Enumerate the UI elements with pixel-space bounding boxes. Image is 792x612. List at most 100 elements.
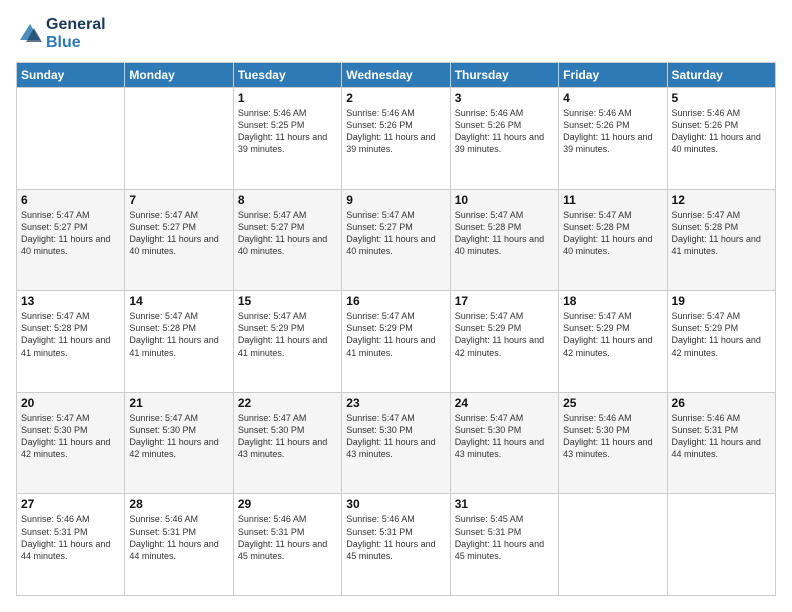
page: General Blue SundayMondayTuesdayWednesda… <box>0 0 792 612</box>
calendar-cell: 24Sunrise: 5:47 AM Sunset: 5:30 PM Dayli… <box>450 392 558 494</box>
col-header-thursday: Thursday <box>450 63 558 88</box>
day-info: Sunrise: 5:47 AM Sunset: 5:28 PM Dayligh… <box>455 209 554 258</box>
calendar-cell: 13 Sunrise: 5:47 AM Sunset: 5:28 PM Dayli… <box>17 291 125 393</box>
day-number: 23 <box>346 396 445 410</box>
day-info: Sunrise: 5:47 AM Sunset: 5:28 PM Dayligh… <box>563 209 662 258</box>
calendar-week-row: 13 Sunrise: 5:47 AM Sunset: 5:28 PM Dayli… <box>17 291 776 393</box>
day-info: Sunrise: 5:47 AM Sunset: 5:28 PM Dayligh… <box>129 310 228 359</box>
day-number: 14 <box>129 294 228 308</box>
day-number: 2 <box>346 91 445 105</box>
day-info: Sunrise: 5:46 AM Sunset: 5:26 PM Dayligh… <box>672 107 771 156</box>
day-number: 29 <box>238 497 337 511</box>
day-info: Sunrise: 5:46 AM Sunset: 5:26 PM Dayligh… <box>563 107 662 156</box>
calendar-cell: 27 Sunrise: 5:46 AM Sunset: 5:31 PM Dayli… <box>17 494 125 596</box>
calendar-cell: 5 Sunrise: 5:46 AM Sunset: 5:26 PM Daylig… <box>667 88 775 190</box>
calendar-cell: 17 Sunrise: 5:47 AM Sunset: 5:29 PM Dayli… <box>450 291 558 393</box>
calendar-cell: 10 Sunrise: 5:47 AM Sunset: 5:28 PM Dayli… <box>450 189 558 291</box>
day-number: 10 <box>455 193 554 207</box>
calendar-week-row: 27 Sunrise: 5:46 AM Sunset: 5:31 PM Dayli… <box>17 494 776 596</box>
col-header-friday: Friday <box>559 63 667 88</box>
logo-icon <box>16 20 44 48</box>
calendar-cell: 26Sunrise: 5:46 AM Sunset: 5:31 PM Dayli… <box>667 392 775 494</box>
col-header-wednesday: Wednesday <box>342 63 450 88</box>
day-number: 17 <box>455 294 554 308</box>
day-number: 12 <box>672 193 771 207</box>
calendar-cell: 9Sunrise: 5:47 AM Sunset: 5:27 PM Daylig… <box>342 189 450 291</box>
col-header-monday: Monday <box>125 63 233 88</box>
day-info: Sunrise: 5:46 AM Sunset: 5:26 PM Dayligh… <box>455 107 554 156</box>
calendar-cell: 31 Sunrise: 5:45 AM Sunset: 5:31 PM Dayli… <box>450 494 558 596</box>
day-number: 13 <box>21 294 120 308</box>
day-number: 27 <box>21 497 120 511</box>
day-number: 15 <box>238 294 337 308</box>
day-number: 7 <box>129 193 228 207</box>
day-info: Sunrise: 5:47 AM Sunset: 5:29 PM Dayligh… <box>672 310 771 359</box>
day-info: Sunrise: 5:47 AM Sunset: 5:27 PM Dayligh… <box>238 209 337 258</box>
day-number: 26 <box>672 396 771 410</box>
calendar-cell: 30 Sunrise: 5:46 AM Sunset: 5:31 PM Dayli… <box>342 494 450 596</box>
calendar-cell: 23 Sunrise: 5:47 AM Sunset: 5:30 PM Dayli… <box>342 392 450 494</box>
calendar-week-row: 1 Sunrise: 5:46 AM Sunset: 5:25 PM Daylig… <box>17 88 776 190</box>
calendar-cell: 2 Sunrise: 5:46 AM Sunset: 5:26 PM Daylig… <box>342 88 450 190</box>
col-header-tuesday: Tuesday <box>233 63 341 88</box>
day-number: 1 <box>238 91 337 105</box>
day-info: Sunrise: 5:46 AM Sunset: 5:31 PM Dayligh… <box>21 513 120 562</box>
day-info: Sunrise: 5:47 AM Sunset: 5:30 PM Dayligh… <box>21 412 120 461</box>
day-info: Sunrise: 5:47 AM Sunset: 5:29 PM Dayligh… <box>346 310 445 359</box>
calendar-cell: 4 Sunrise: 5:46 AM Sunset: 5:26 PM Daylig… <box>559 88 667 190</box>
day-info: Sunrise: 5:47 AM Sunset: 5:29 PM Dayligh… <box>455 310 554 359</box>
calendar-cell <box>125 88 233 190</box>
day-info: Sunrise: 5:47 AM Sunset: 5:27 PM Dayligh… <box>21 209 120 258</box>
day-info: Sunrise: 5:46 AM Sunset: 5:31 PM Dayligh… <box>238 513 337 562</box>
calendar-cell: 22Sunrise: 5:47 AM Sunset: 5:30 PM Dayli… <box>233 392 341 494</box>
day-number: 25 <box>563 396 662 410</box>
calendar-cell: 12 Sunrise: 5:47 AM Sunset: 5:28 PM Dayli… <box>667 189 775 291</box>
calendar-cell: 15 Sunrise: 5:47 AM Sunset: 5:29 PM Dayli… <box>233 291 341 393</box>
calendar-cell <box>17 88 125 190</box>
day-info: Sunrise: 5:46 AM Sunset: 5:26 PM Dayligh… <box>346 107 445 156</box>
day-info: Sunrise: 5:47 AM Sunset: 5:27 PM Dayligh… <box>346 209 445 258</box>
calendar-cell: 1 Sunrise: 5:46 AM Sunset: 5:25 PM Daylig… <box>233 88 341 190</box>
calendar-table: SundayMondayTuesdayWednesdayThursdayFrid… <box>16 62 776 596</box>
day-number: 20 <box>21 396 120 410</box>
day-info: Sunrise: 5:47 AM Sunset: 5:28 PM Dayligh… <box>21 310 120 359</box>
day-info: Sunrise: 5:47 AM Sunset: 5:29 PM Dayligh… <box>563 310 662 359</box>
day-number: 31 <box>455 497 554 511</box>
day-number: 11 <box>563 193 662 207</box>
day-number: 5 <box>672 91 771 105</box>
logo: General Blue <box>16 16 106 52</box>
calendar-cell: 18Sunrise: 5:47 AM Sunset: 5:29 PM Dayli… <box>559 291 667 393</box>
calendar-cell: 20 Sunrise: 5:47 AM Sunset: 5:30 PM Dayli… <box>17 392 125 494</box>
calendar-header-row: SundayMondayTuesdayWednesdayThursdayFrid… <box>17 63 776 88</box>
day-info: Sunrise: 5:46 AM Sunset: 5:30 PM Dayligh… <box>563 412 662 461</box>
calendar-cell: 28Sunrise: 5:46 AM Sunset: 5:31 PM Dayli… <box>125 494 233 596</box>
day-number: 19 <box>672 294 771 308</box>
day-info: Sunrise: 5:47 AM Sunset: 5:27 PM Dayligh… <box>129 209 228 258</box>
calendar-cell: 7 Sunrise: 5:47 AM Sunset: 5:27 PM Daylig… <box>125 189 233 291</box>
calendar-cell: 8 Sunrise: 5:47 AM Sunset: 5:27 PM Daylig… <box>233 189 341 291</box>
day-info: Sunrise: 5:47 AM Sunset: 5:28 PM Dayligh… <box>672 209 771 258</box>
day-info: Sunrise: 5:45 AM Sunset: 5:31 PM Dayligh… <box>455 513 554 562</box>
logo-text: General Blue <box>46 16 106 52</box>
day-number: 21 <box>129 396 228 410</box>
calendar-cell: 25 Sunrise: 5:46 AM Sunset: 5:30 PM Dayli… <box>559 392 667 494</box>
day-info: Sunrise: 5:47 AM Sunset: 5:30 PM Dayligh… <box>346 412 445 461</box>
calendar-cell: 3 Sunrise: 5:46 AM Sunset: 5:26 PM Daylig… <box>450 88 558 190</box>
calendar-cell: 16Sunrise: 5:47 AM Sunset: 5:29 PM Dayli… <box>342 291 450 393</box>
day-number: 30 <box>346 497 445 511</box>
day-number: 3 <box>455 91 554 105</box>
day-info: Sunrise: 5:46 AM Sunset: 5:31 PM Dayligh… <box>346 513 445 562</box>
day-number: 28 <box>129 497 228 511</box>
day-number: 8 <box>238 193 337 207</box>
col-header-sunday: Sunday <box>17 63 125 88</box>
day-number: 22 <box>238 396 337 410</box>
calendar-week-row: 20 Sunrise: 5:47 AM Sunset: 5:30 PM Dayli… <box>17 392 776 494</box>
header: General Blue <box>16 16 776 52</box>
day-number: 4 <box>563 91 662 105</box>
day-info: Sunrise: 5:47 AM Sunset: 5:30 PM Dayligh… <box>455 412 554 461</box>
calendar-cell: 29 Sunrise: 5:46 AM Sunset: 5:31 PM Dayli… <box>233 494 341 596</box>
day-info: Sunrise: 5:47 AM Sunset: 5:29 PM Dayligh… <box>238 310 337 359</box>
day-info: Sunrise: 5:46 AM Sunset: 5:25 PM Dayligh… <box>238 107 337 156</box>
col-header-saturday: Saturday <box>667 63 775 88</box>
day-info: Sunrise: 5:47 AM Sunset: 5:30 PM Dayligh… <box>129 412 228 461</box>
